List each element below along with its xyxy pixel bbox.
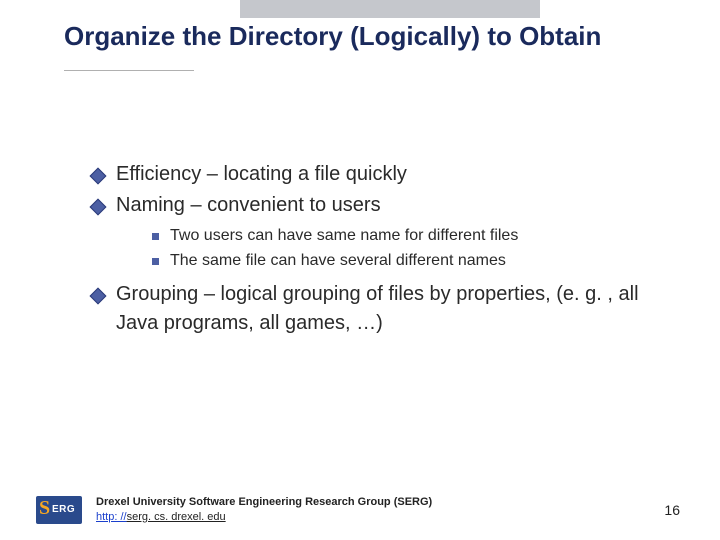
slide-title: Organize the Directory (Logically) to Ob… xyxy=(64,20,660,53)
list-item: Grouping – logical grouping of files by … xyxy=(92,280,660,338)
list-item-text: Efficiency – locating a file quickly xyxy=(116,163,407,185)
footer-link[interactable]: http: // xyxy=(96,511,127,523)
footer-text: Drexel University Software Engineering R… xyxy=(96,495,432,524)
square-bullet-icon xyxy=(152,233,159,240)
list-item-text: Naming – convenient to users xyxy=(116,194,381,216)
serg-logo xyxy=(36,496,82,524)
list-item-text: Two users can have same name for differe… xyxy=(170,227,518,244)
slide-title-text: Organize the Directory (Logically) to Ob… xyxy=(64,21,601,51)
list-item: The same file can have several different… xyxy=(152,249,660,274)
diamond-bullet-icon xyxy=(90,168,107,185)
footer-link-tail: serg. cs. drexel. edu xyxy=(127,511,226,523)
list-item-text: The same file can have several different… xyxy=(170,252,506,269)
footer-org: Drexel University Software Engineering R… xyxy=(96,496,432,508)
square-bullet-icon xyxy=(152,258,159,265)
sub-bullet-list: Two users can have same name for differe… xyxy=(116,224,660,274)
title-accent-stripe xyxy=(240,0,540,18)
bullet-list: Efficiency – locating a file quickly Nam… xyxy=(92,160,660,338)
list-item-text: Grouping – logical grouping of files by … xyxy=(116,283,639,334)
list-item: Efficiency – locating a file quickly xyxy=(92,160,660,189)
list-item: Two users can have same name for differe… xyxy=(152,224,660,249)
list-item: Naming – convenient to users Two users c… xyxy=(92,191,660,274)
diamond-bullet-icon xyxy=(90,199,107,216)
diamond-bullet-icon xyxy=(90,287,107,304)
title-underline xyxy=(64,70,194,71)
slide-body: Efficiency – locating a file quickly Nam… xyxy=(92,160,660,340)
page-number: 16 xyxy=(664,502,680,518)
slide-footer: Drexel University Software Engineering R… xyxy=(36,495,680,524)
